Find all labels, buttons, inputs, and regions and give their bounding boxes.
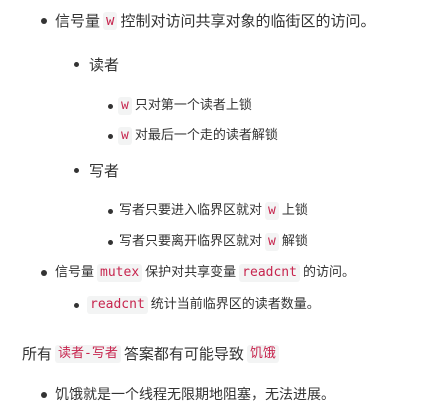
list-bullet xyxy=(41,392,47,398)
inline-code: w xyxy=(265,202,279,220)
list-bullet xyxy=(108,240,113,245)
list-bullet xyxy=(74,303,79,308)
list-item-reader-lock: w 只对第一个读者上锁 xyxy=(115,96,252,116)
inline-code: w xyxy=(103,12,118,30)
item-text: 信号量 xyxy=(55,12,101,30)
list-bullet xyxy=(74,62,79,67)
list-bullet xyxy=(41,18,47,24)
list-item-reader-unlock: w 对最后一个走的读者解锁 xyxy=(115,126,278,146)
inline-code: w xyxy=(265,233,279,251)
inline-code: w xyxy=(118,97,132,115)
inline-code: readcnt xyxy=(87,296,148,314)
list-bullet xyxy=(74,168,79,173)
item-text: 信号量 xyxy=(55,265,95,280)
item-text: 饥饿就是一个线程无限期地阻塞，无法进展。 xyxy=(55,387,335,403)
list-item-semaphore-w: 信号量 w 控制对访问共享对象的临街区的访问。 xyxy=(55,11,375,31)
inline-code: mutex xyxy=(97,264,143,282)
item-text: 写者只要离开临界区就对 xyxy=(119,234,263,249)
item-text: 读者 xyxy=(89,56,120,74)
list-item-starvation-def: 饥饿就是一个线程无限期地阻塞，无法进展。 xyxy=(55,385,335,405)
list-item-mutex: 信号量 mutex 保护对共享变量 readcnt 的访问。 xyxy=(55,263,355,283)
list-item-writer-enter: 写者只要进入临界区就对 w 上锁 xyxy=(119,201,308,221)
list-item-writers: 写者 xyxy=(89,161,119,181)
item-text: 解锁 xyxy=(281,234,308,249)
item-text: 写者 xyxy=(89,162,120,180)
list-item-writer-leave: 写者只要离开临界区就对 w 解锁 xyxy=(119,232,308,252)
list-bullet xyxy=(108,134,113,139)
list-bullet xyxy=(108,104,113,109)
inline-code: w xyxy=(118,127,132,145)
item-text: 的访问。 xyxy=(302,265,355,280)
paragraph-text: 答案都有可能导致 xyxy=(123,345,244,363)
paragraph-text: 所有 xyxy=(22,345,53,363)
item-text: 对最后一个走的读者解锁 xyxy=(134,128,278,143)
paragraph-starvation: 所有 读者-写者 答案都有可能导致 饥饿 xyxy=(22,344,282,364)
item-text: 控制对访问共享对象的临街区的访问。 xyxy=(120,12,376,30)
list-bullet xyxy=(41,270,47,276)
item-text: 写者只要进入临界区就对 xyxy=(119,203,263,218)
item-text: 上锁 xyxy=(281,203,308,218)
inline-code: 读者-写者 xyxy=(55,345,121,363)
list-bullet xyxy=(108,209,113,214)
list-item-readers: 读者 xyxy=(89,55,119,75)
item-text: 只对第一个读者上锁 xyxy=(134,98,252,113)
inline-code: 饥饿 xyxy=(246,345,279,363)
item-text: 保护对共享变量 xyxy=(145,265,237,280)
inline-code: readcnt xyxy=(239,264,300,282)
list-item-readcnt: readcnt 统计当前临界区的读者数量。 xyxy=(84,295,320,315)
item-text: 统计当前临界区的读者数量。 xyxy=(150,297,320,312)
